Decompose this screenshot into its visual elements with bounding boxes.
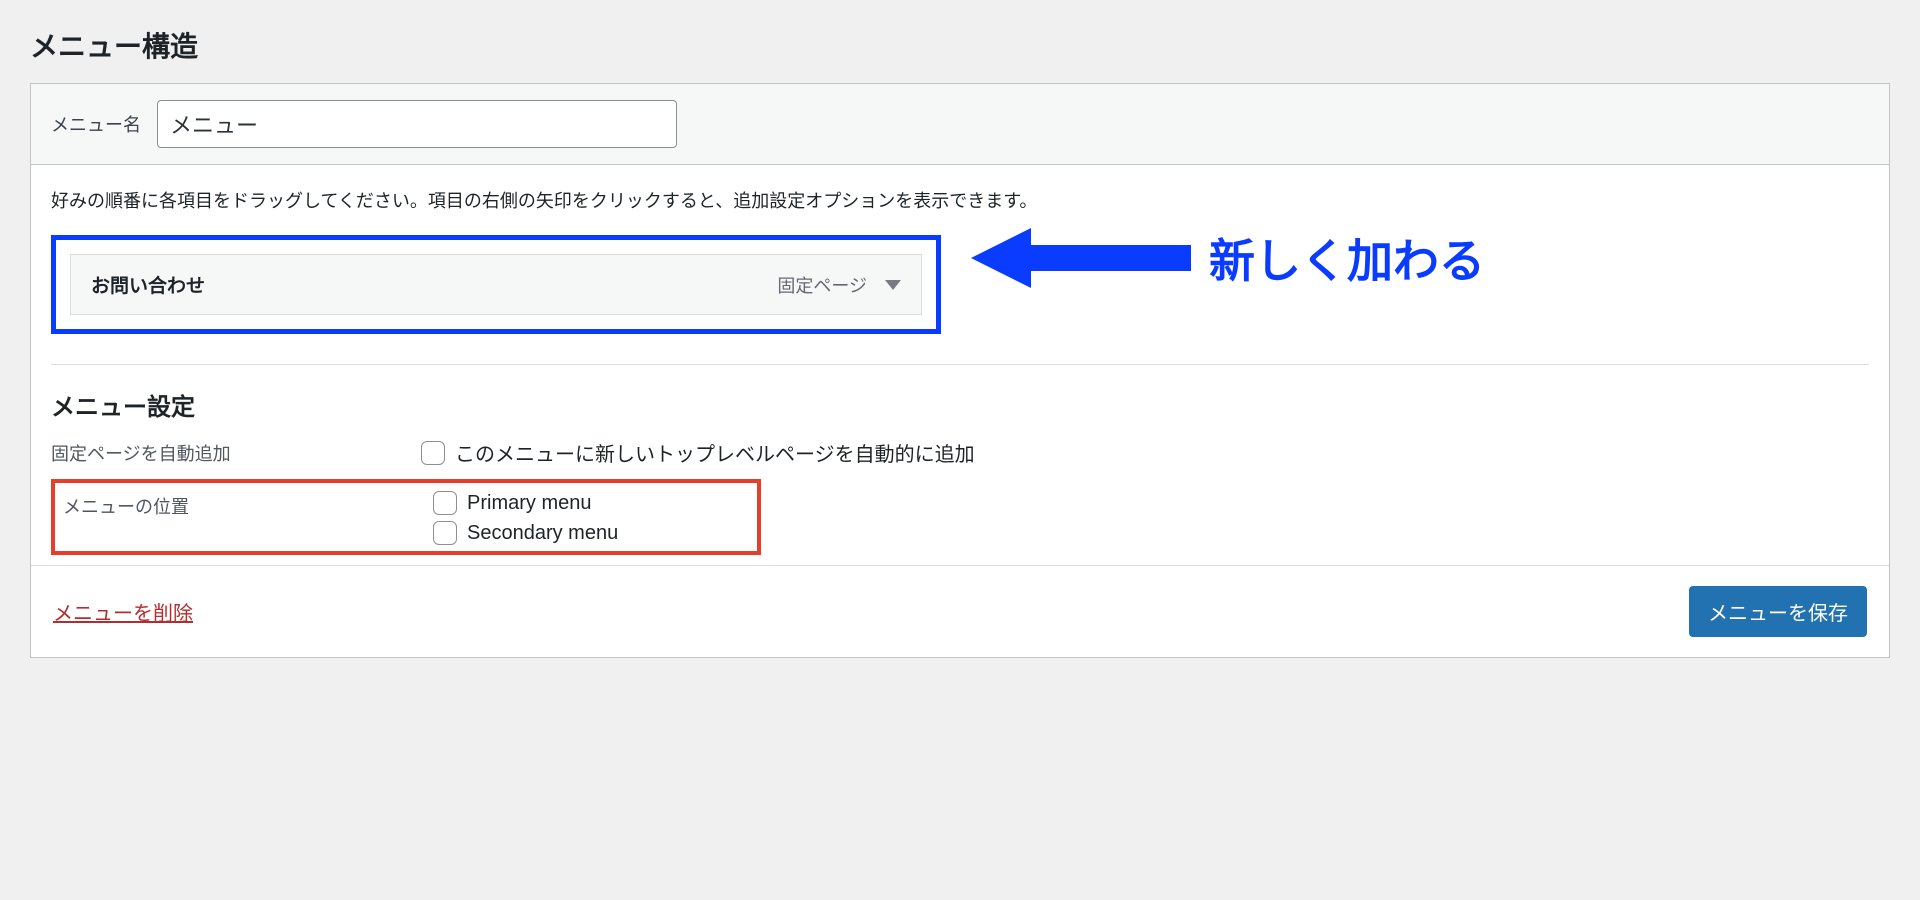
auto-add-option: このメニューに新しいトップレベルページを自動的に追加 — [421, 438, 1869, 467]
auto-add-option-label: このメニューに新しいトップレベルページを自動的に追加 — [455, 438, 975, 467]
panel-header: メニュー名 — [31, 84, 1889, 165]
auto-add-row: 固定ページを自動追加 このメニューに新しいトップレベルページを自動的に追加 — [51, 438, 1869, 473]
menu-name-input[interactable] — [157, 100, 677, 148]
section-title: メニュー構造 — [30, 25, 1890, 65]
save-menu-button[interactable]: メニューを保存 — [1689, 586, 1867, 637]
menu-structure-panel: メニュー名 好みの順番に各項目をドラッグしてください。項目の右側の矢印をクリック… — [30, 83, 1890, 658]
panel-body: 好みの順番に各項目をドラッグしてください。項目の右側の矢印をクリックすると、追加… — [31, 165, 1889, 565]
arrow-left-icon — [971, 223, 1191, 293]
auto-add-label: 固定ページを自動追加 — [51, 438, 421, 466]
annotation-text: 新しく加わる — [1209, 225, 1485, 291]
location-option-primary-label: Primary menu — [467, 492, 591, 515]
panel-footer: メニューを削除 メニューを保存 — [31, 565, 1889, 657]
auto-add-checkbox[interactable] — [421, 441, 445, 465]
annotation: 新しく加わる — [971, 223, 1485, 293]
highlight-red-box: メニューの位置 Primary menu Secondary menu — [51, 479, 761, 555]
divider — [51, 364, 1869, 365]
location-label: メニューの位置 — [63, 491, 433, 519]
location-row: メニューの位置 Primary menu Secondary menu — [63, 491, 749, 545]
location-option-secondary: Secondary menu — [433, 521, 749, 545]
location-checkbox-secondary[interactable] — [433, 521, 457, 545]
menu-item-type: 固定ページ — [777, 272, 867, 298]
delete-menu-link[interactable]: メニューを削除 — [53, 597, 193, 626]
menu-item-title: お問い合わせ — [91, 271, 205, 298]
menu-item-type-wrap: 固定ページ — [777, 272, 901, 298]
menu-name-label: メニュー名 — [51, 111, 141, 137]
location-checkbox-primary[interactable] — [433, 491, 457, 515]
highlight-blue-box: お問い合わせ 固定ページ — [51, 235, 941, 334]
location-option-primary: Primary menu — [433, 491, 749, 515]
menu-item[interactable]: お問い合わせ 固定ページ — [70, 254, 922, 315]
settings-title: メニュー設定 — [51, 387, 1869, 422]
instructions-text: 好みの順番に各項目をドラッグしてください。項目の右側の矢印をクリックすると、追加… — [51, 187, 1869, 213]
location-option-secondary-label: Secondary menu — [467, 522, 618, 545]
chevron-down-icon[interactable] — [885, 280, 901, 290]
